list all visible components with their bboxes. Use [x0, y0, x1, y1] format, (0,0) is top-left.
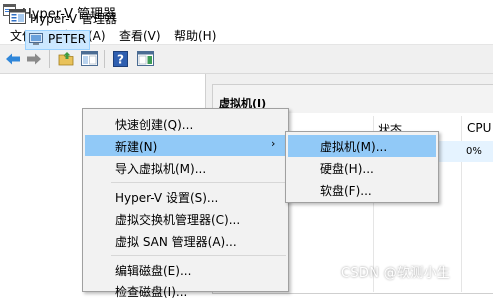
new-submenu: 虚拟机(M)... 硬盘(H)... 软盘(F)... [285, 131, 439, 203]
tree-root-label[interactable]: Hyper-V 管理器 [30, 10, 117, 27]
watermark: CSDN @软测小生 [341, 266, 451, 281]
server-icon [29, 33, 43, 46]
menu-item-edit-disk[interactable]: 编辑磁盘(E)... [115, 262, 191, 279]
up-folder-icon[interactable] [58, 51, 75, 69]
cpu-usage-cell: 0% [466, 146, 482, 157]
forward-arrow-icon[interactable] [26, 52, 42, 69]
toolbar-separator [49, 50, 50, 68]
context-menu: 快速创建(Q)... 新建(N) › 导入虚拟机(M)... Hyper-V 设… [82, 108, 289, 299]
menu-item-virtual-switch-manager[interactable]: 虚拟交换机管理器(C)... [115, 211, 240, 228]
menu-item-import-vm[interactable]: 导入虚拟机(M)... [115, 160, 206, 177]
back-arrow-icon[interactable] [5, 52, 21, 69]
submenu-item-floppy-disk[interactable]: 软盘(F)... [320, 182, 372, 199]
toolbar-separator [104, 50, 105, 68]
menu-separator [111, 255, 286, 256]
column-header-cpu[interactable]: CPU [467, 121, 491, 135]
menu-view[interactable]: 查看(V) [119, 27, 161, 44]
menu-separator [111, 182, 286, 183]
menu-item-quick-create[interactable]: 快速创建(Q)... [115, 116, 193, 133]
submenu-item-virtual-machine[interactable]: 虚拟机(M)... [320, 138, 387, 155]
svg-text:?: ? [117, 53, 124, 67]
menu-item-new[interactable]: 新建(N) [115, 138, 157, 155]
menu-item-virtual-san-manager[interactable]: 虚拟 SAN 管理器(A)... [115, 233, 237, 250]
menu-help[interactable]: 帮助(H) [174, 27, 216, 44]
hyperv-manager-icon [9, 9, 26, 24]
help-icon[interactable]: ? [113, 51, 128, 70]
submenu-arrow-icon: › [271, 137, 276, 150]
menu-item-hyperv-settings[interactable]: Hyper-V 设置(S)... [115, 189, 218, 206]
show-hide-tree-icon[interactable] [81, 51, 98, 69]
action-pane-icon[interactable] [137, 51, 154, 69]
tree-item-label: PETER [48, 32, 87, 46]
submenu-item-hard-disk[interactable]: 硬盘(H)... [320, 160, 374, 177]
